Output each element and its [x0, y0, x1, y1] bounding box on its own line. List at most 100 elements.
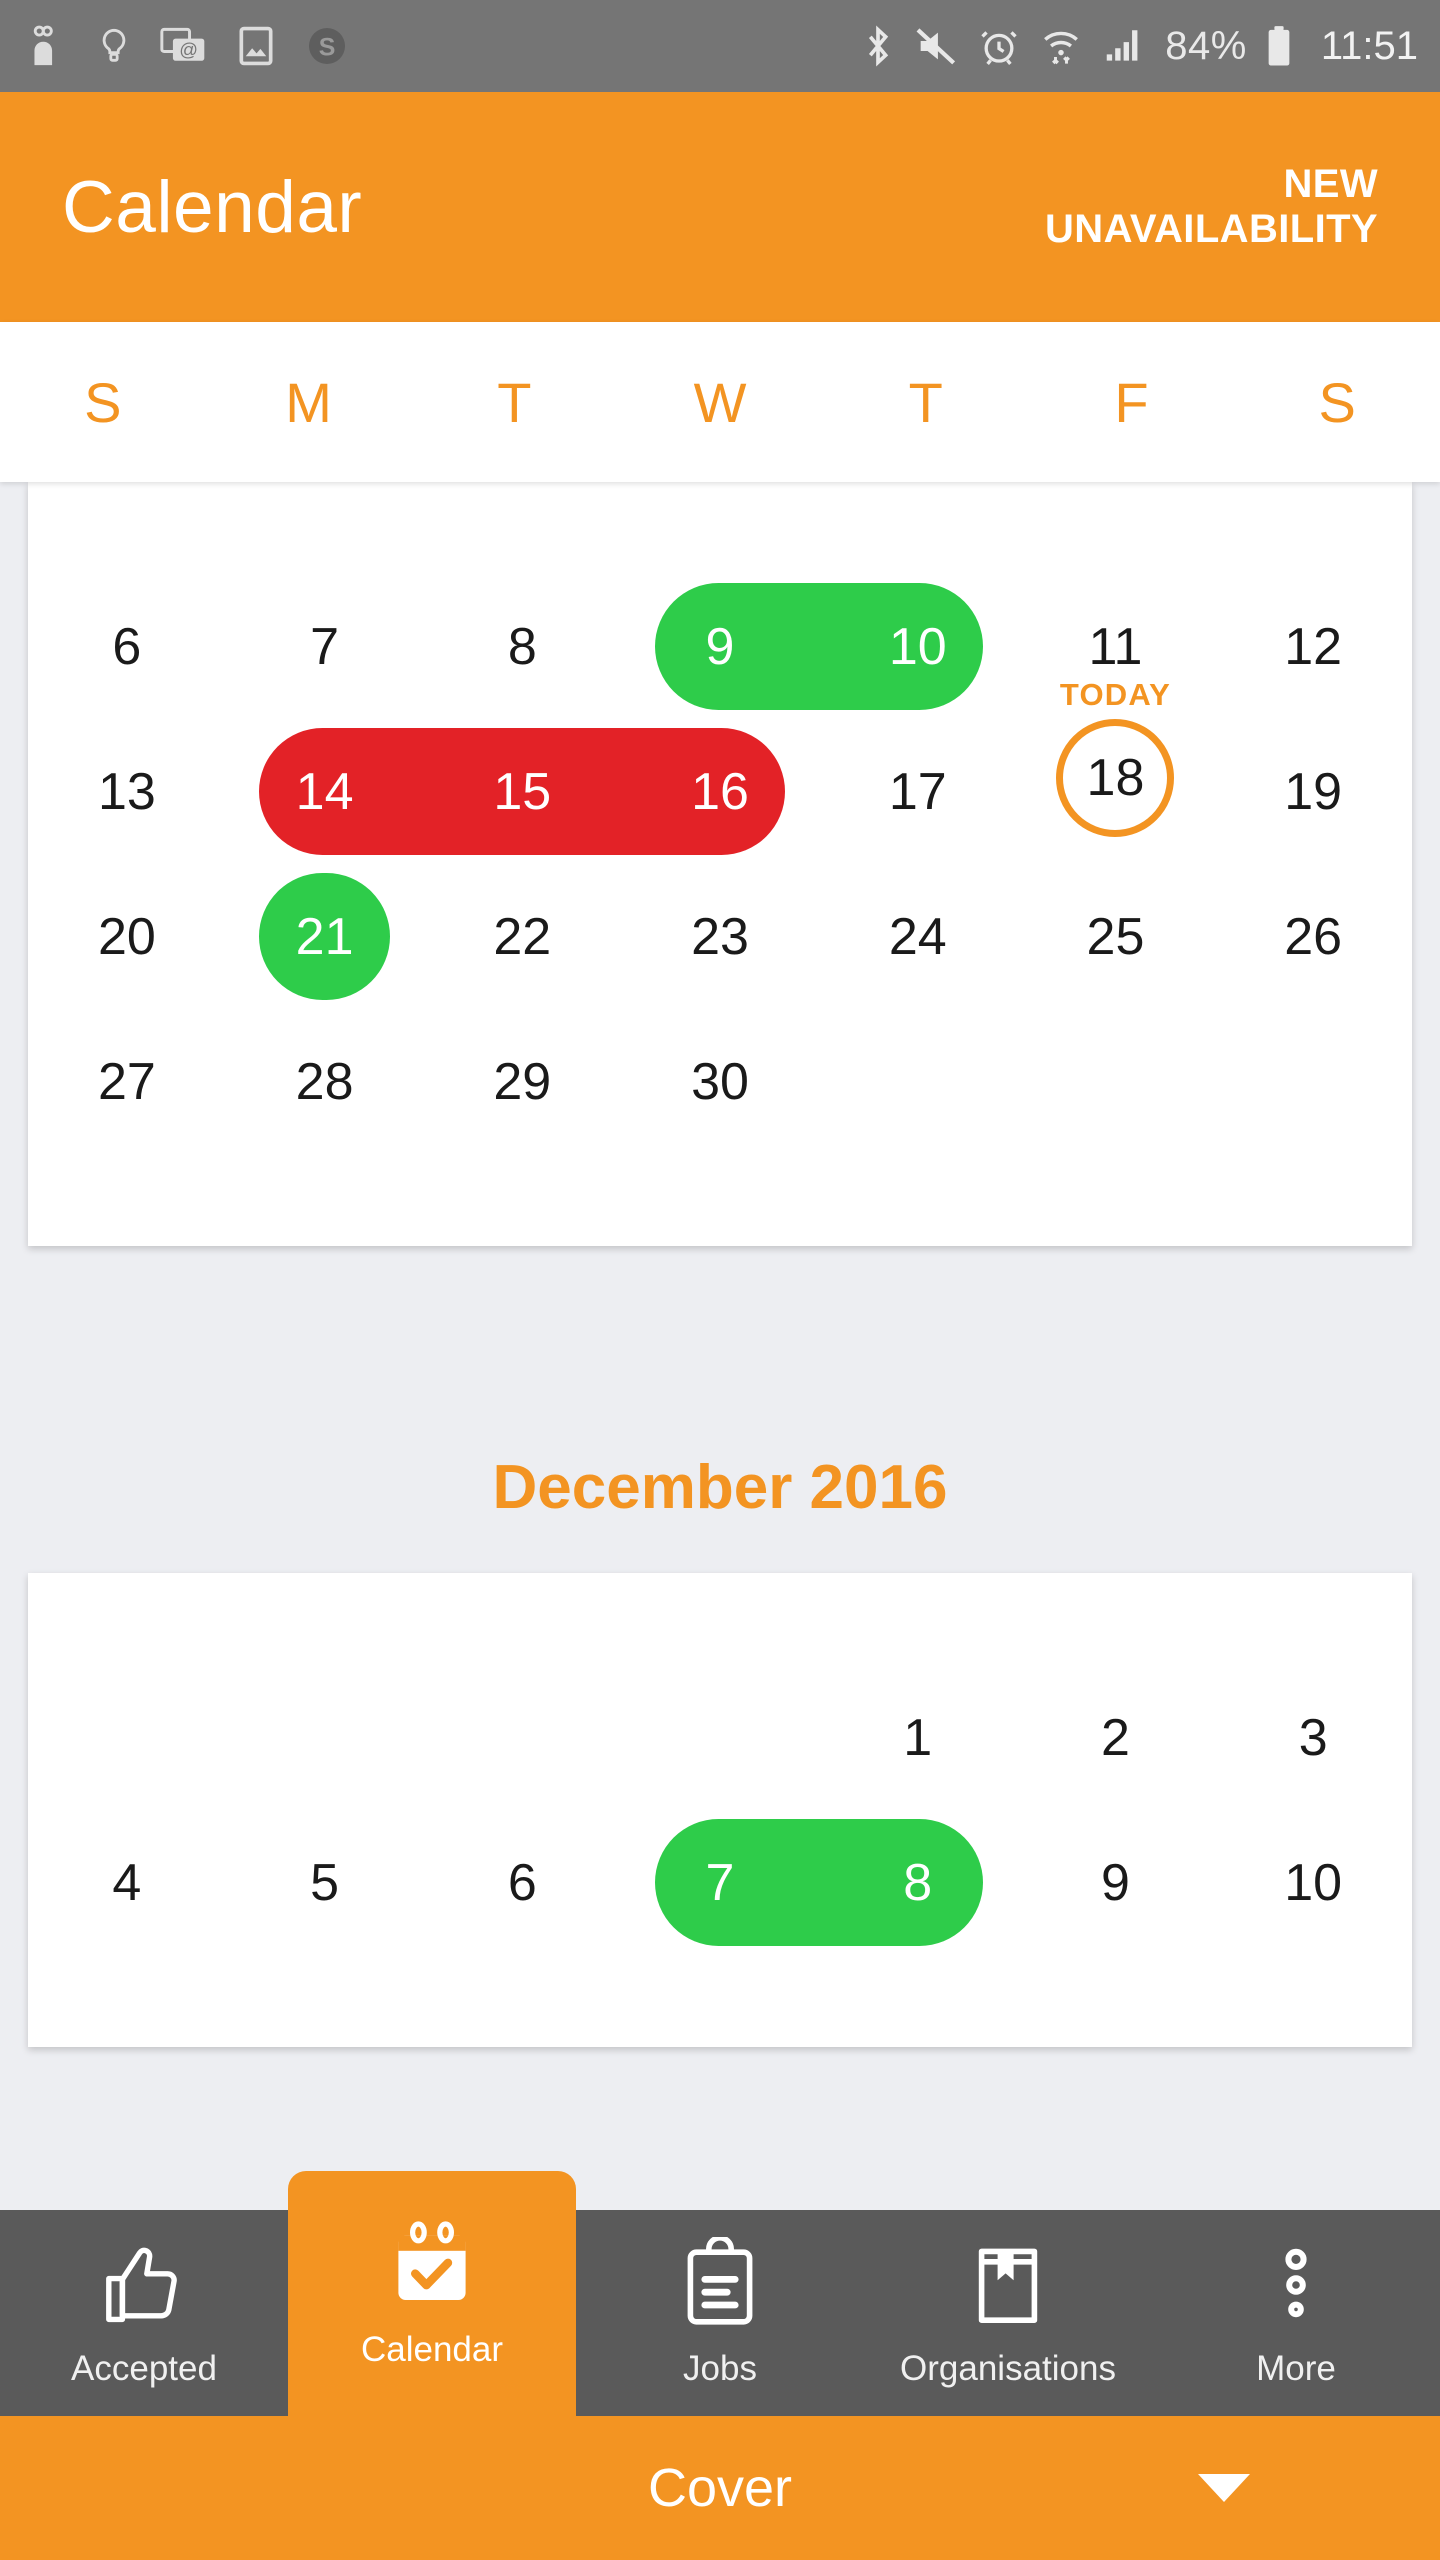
day-number: 11	[1088, 617, 1143, 676]
cover-bar[interactable]: Cover	[0, 2416, 1440, 2560]
day-number: 17	[888, 762, 947, 821]
nav-item-calendar[interactable]: Calendar	[288, 2171, 576, 2416]
s-badge-icon: S	[308, 27, 346, 65]
day-number: 19	[1284, 762, 1343, 821]
nav-item-label: Accepted	[71, 2349, 217, 2388]
calendar-day-cell[interactable]: TODAY 18	[1017, 677, 1215, 864]
calendar-day-cell[interactable]: 8	[423, 574, 621, 719]
status-bar-right-icons: 84% 11:51	[861, 23, 1418, 69]
nav-item-organisations[interactable]: Organisations	[864, 2210, 1152, 2416]
nav-item-label: More	[1256, 2349, 1336, 2388]
nav-item-accepted[interactable]: Accepted	[0, 2210, 288, 2416]
calendar-day-cell[interactable]: 24	[819, 864, 1017, 1009]
calendar-empty-cell	[819, 1009, 1017, 1154]
chevron-down-icon[interactable]	[1198, 2474, 1250, 2502]
battery-percent-label: 84%	[1165, 23, 1247, 68]
day-number: 14	[295, 762, 354, 821]
book-bookmark-icon	[960, 2237, 1056, 2333]
calendar-check-icon	[384, 2218, 480, 2314]
nav-item-jobs[interactable]: Jobs	[576, 2210, 864, 2416]
day-number: 8	[903, 1853, 933, 1912]
calendar-day-cell[interactable]: 1	[819, 1665, 1017, 1810]
weekday-label: T	[497, 370, 532, 434]
day-number: 4	[112, 1853, 142, 1912]
day-number: 5	[310, 1853, 340, 1912]
month-title: December 2016	[492, 1453, 948, 1522]
calendar-day-cell[interactable]: 13	[28, 719, 226, 864]
image-icon	[239, 26, 273, 66]
calendar-empty-cell	[1017, 1009, 1215, 1154]
calendar-day-cell[interactable]: 6	[423, 1810, 621, 1955]
calendar-day-cell[interactable]: 5	[226, 1810, 424, 1955]
day-number: 21	[295, 907, 354, 966]
calendar-day-cell[interactable]: 2	[1017, 1665, 1215, 1810]
day-number: 1	[903, 1708, 933, 1767]
calendar-day-cell[interactable]: 25	[1017, 864, 1215, 1009]
app-bar: Calendar NEW UNAVAILABILITY	[0, 92, 1440, 322]
more-dots-icon	[1248, 2237, 1344, 2333]
date-range-green[interactable]	[654, 1819, 983, 1946]
calendar-scroll-area[interactable]: 6 7 8 9 10 11 12 13 14 15 16 17 TODAY 18 19 20 21 22 23 24 2…	[0, 482, 1440, 2400]
calendar-day-cell[interactable]: 9	[1017, 1810, 1215, 1955]
card-top-padding	[28, 1573, 1412, 1665]
day-number: 28	[295, 1052, 354, 1111]
calendar-empty-cell	[1214, 1009, 1412, 1154]
svg-text:S: S	[319, 34, 336, 62]
day-number: 7	[705, 1853, 735, 1912]
calendar-day-cell[interactable]: 12	[1214, 574, 1412, 719]
calendar-day-cell[interactable]: 19	[1214, 719, 1412, 864]
day-number: 26	[1284, 907, 1343, 966]
nav-item-more[interactable]: More	[1152, 2210, 1440, 2416]
status-bar-clock: 11:51	[1320, 23, 1418, 68]
calendar-week-row: 27 28 29 30	[28, 1009, 1412, 1154]
calendar-empty-cell	[226, 1665, 424, 1810]
card-bottom-padding	[28, 1154, 1412, 1246]
calendar-empty-cell	[28, 1665, 226, 1810]
calendar-day-cell[interactable]: 3	[1214, 1665, 1412, 1810]
mute-icon	[916, 28, 956, 65]
svg-text:@: @	[179, 39, 198, 60]
cover-label: Cover	[647, 2458, 793, 2518]
month-card: 6 7 8 9 10 11 12 13 14 15 16 17 TODAY 18 19 20 21 22 23 24 2…	[28, 482, 1412, 1246]
calendar-day-cell[interactable]: 26	[1214, 864, 1412, 1009]
calendar-day-cell[interactable]: 29	[423, 1009, 621, 1154]
day-number: 6	[507, 1853, 537, 1912]
clipboard-icon	[672, 2237, 768, 2333]
day-number: 13	[97, 762, 156, 821]
today-ring: 18	[1056, 719, 1175, 837]
calendar-day-cell[interactable]: 7	[226, 574, 424, 719]
day-number: 20	[97, 907, 156, 966]
calendar-day-cell[interactable]: 23	[621, 864, 819, 1009]
calendar-week-row: 1 2 3	[28, 1665, 1412, 1810]
weekday-label: T	[908, 370, 943, 434]
day-number: 9	[1100, 1853, 1130, 1912]
calendar-day-cell[interactable]: 10	[1214, 1810, 1412, 1955]
new-unavailability-button[interactable]: NEW UNAVAILABILITY	[1045, 162, 1378, 252]
calendar-day-cell[interactable]: 22	[423, 864, 621, 1009]
battery-icon	[1268, 26, 1290, 66]
bluetooth-icon	[869, 25, 889, 67]
status-bar: @ S 84% 11:51	[0, 0, 1440, 92]
calendar-week-row: 4 5 6 7 8 9 10	[28, 1810, 1412, 1955]
calendar-day-cell[interactable]: 28	[226, 1009, 424, 1154]
today-marker[interactable]: TODAY 18	[1056, 677, 1175, 837]
calendar-day-cell[interactable]: 17	[819, 719, 1017, 864]
calendar-day-cell[interactable]: 30	[621, 1009, 819, 1154]
thumbs-up-icon	[96, 2237, 192, 2333]
reminder-string-icon	[33, 25, 53, 66]
day-number: 12	[1284, 617, 1343, 676]
app-screen: @ S 84% 11:51 Calendar NEW UNAVAILABILIT…	[0, 0, 1440, 2560]
day-number: 16	[691, 762, 749, 821]
lightbulb-icon	[102, 28, 126, 62]
nav-item-label: Organisations	[900, 2349, 1116, 2388]
calendar-day-cell[interactable]: 6	[28, 574, 226, 719]
calendar-day-cell[interactable]: 27	[28, 1009, 226, 1154]
day-number: 10	[888, 617, 947, 676]
bottom-navigation: Accepted Calendar Jobs Organisations More	[0, 2171, 1440, 2416]
calendar-week-row: 13 14 15 16 17 TODAY 18 19	[28, 677, 1412, 864]
calendar-day-cell[interactable]: 20	[28, 864, 226, 1009]
calendar-week-row: 6 7 8 9 10 11 12	[28, 574, 1412, 719]
calendar-day-cell[interactable]: 4	[28, 1810, 226, 1955]
email-icon: @	[160, 27, 205, 61]
day-number: 15	[493, 762, 552, 821]
